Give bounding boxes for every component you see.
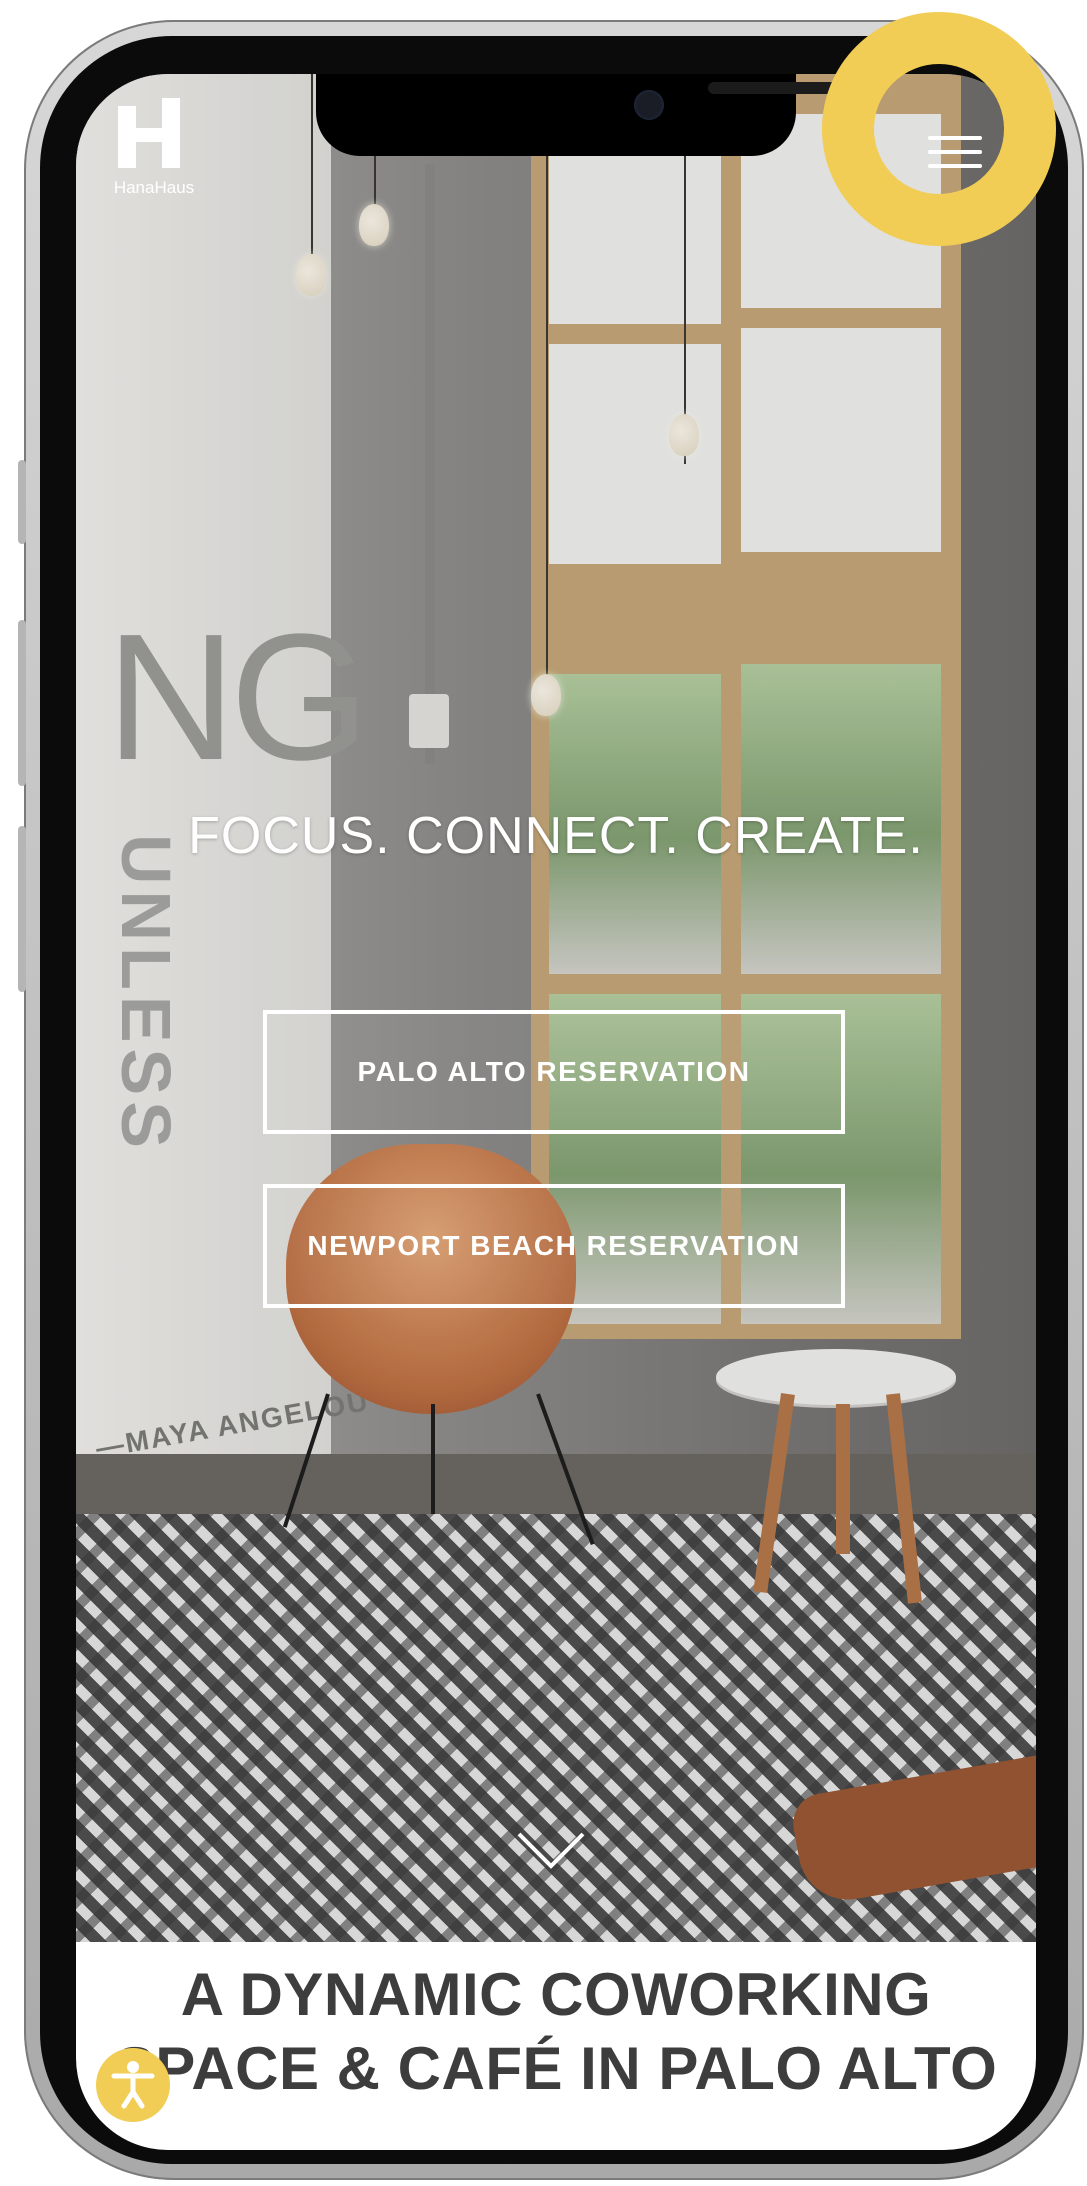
hamburger-menu-icon[interactable] bbox=[924, 128, 988, 174]
logo-mark-icon bbox=[118, 98, 182, 168]
accessibility-icon bbox=[111, 2061, 155, 2109]
phone-screen: NG UNLESS —MAYA ANGELOU HanaHaus FOCUS. … bbox=[76, 74, 1036, 2150]
hero-section: NG UNLESS —MAYA ANGELOU HanaHaus FOCUS. … bbox=[76, 74, 1036, 1942]
mute-switch bbox=[18, 460, 26, 544]
chevron-down-icon[interactable] bbox=[516, 1830, 586, 1870]
volume-down-button bbox=[18, 826, 26, 992]
front-camera bbox=[634, 90, 664, 120]
section-heading-line-1: A DYNAMIC COWORKING bbox=[180, 1961, 932, 2028]
speaker-grille bbox=[708, 82, 886, 94]
phone-notch bbox=[316, 74, 886, 156]
section-heading-line-2: SPACE & CAFÉ IN PALO ALTO bbox=[114, 2035, 998, 2102]
logo-text: HanaHaus bbox=[113, 178, 195, 197]
palo-alto-reservation-button[interactable]: PALO ALTO RESERVATION bbox=[263, 1010, 845, 1134]
volume-up-button bbox=[18, 620, 26, 786]
newport-beach-reservation-button[interactable]: NEWPORT BEACH RESERVATION bbox=[263, 1184, 845, 1308]
hero-tagline: FOCUS. CONNECT. CREATE. bbox=[188, 807, 924, 865]
section-heading: A DYNAMIC COWORKING SPACE & CAFÉ IN PALO… bbox=[76, 1958, 1036, 2106]
hanahaus-logo[interactable]: HanaHaus bbox=[94, 98, 214, 208]
accessibility-button[interactable] bbox=[96, 2048, 170, 2122]
